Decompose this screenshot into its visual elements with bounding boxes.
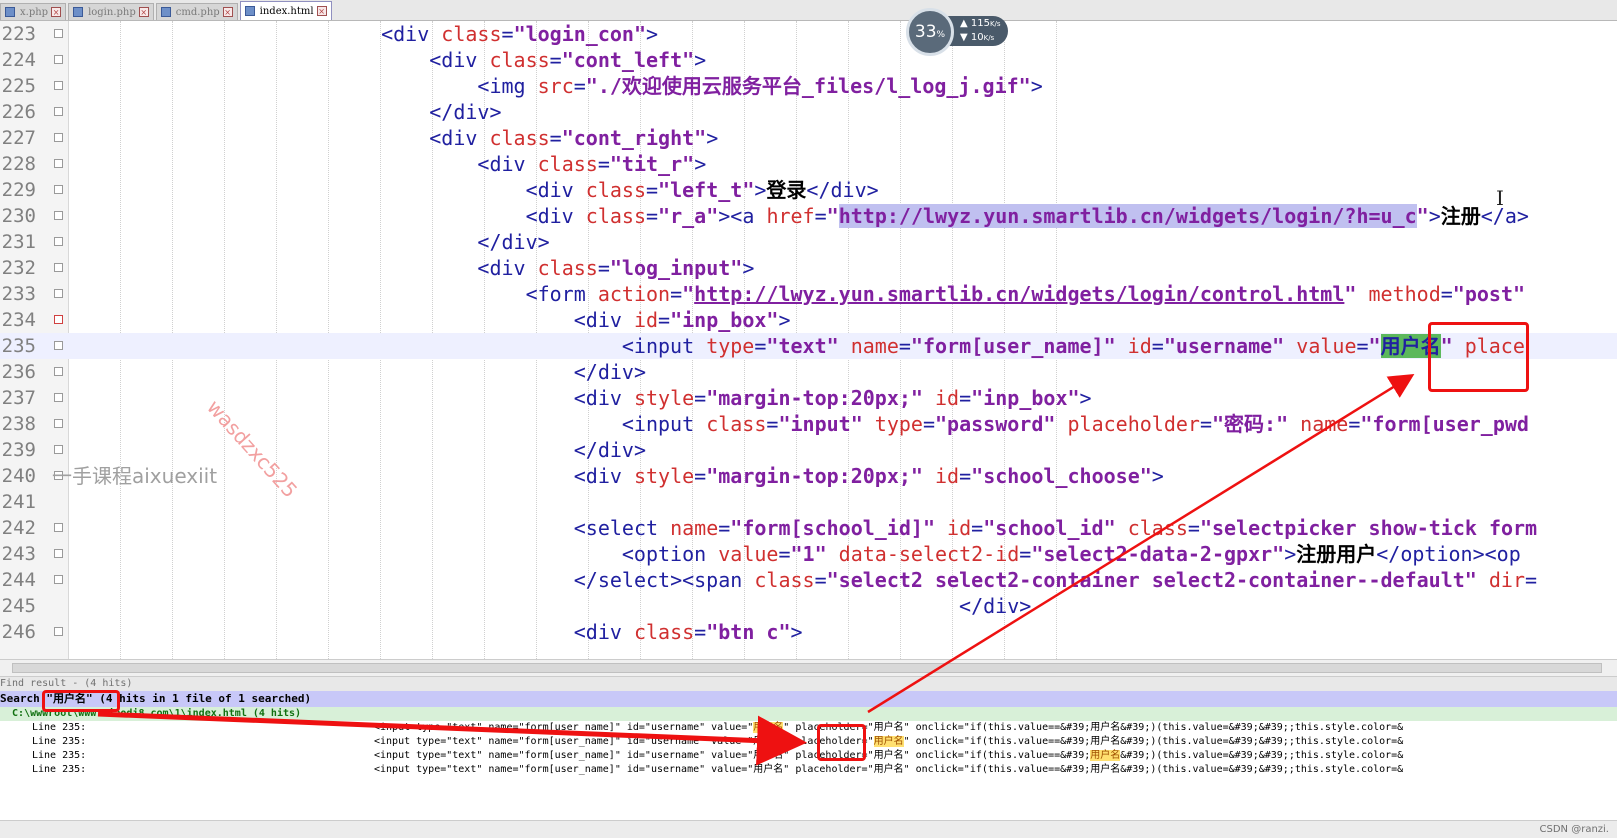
arrow-to-results bbox=[97, 711, 807, 766]
arrow-to-editor bbox=[867, 374, 1415, 714]
annotation-arrows bbox=[97, 374, 1415, 766]
